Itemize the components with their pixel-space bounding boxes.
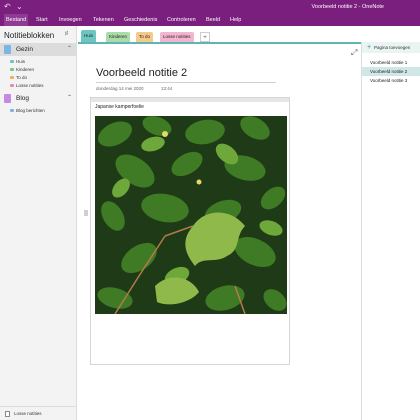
- title-underline: [96, 82, 276, 83]
- page-date: donderdag 14 mei 2020: [96, 86, 144, 91]
- page-item-label: Voorbeeld notitie 2: [370, 69, 408, 74]
- note-drag-handle[interactable]: [91, 98, 289, 102]
- plant-photo[interactable]: [95, 116, 287, 314]
- page-item-1[interactable]: Voorbeeld notitie 1: [362, 58, 420, 67]
- note-icon: [5, 411, 10, 417]
- ribbon-tab-help[interactable]: Help: [230, 14, 241, 26]
- ribbon-tab-controleren[interactable]: Controleren: [167, 14, 196, 26]
- section-color-icon: [10, 60, 14, 63]
- pin-icon[interactable]: ♯: [65, 31, 68, 37]
- section-color-icon: [10, 76, 14, 79]
- chevron-up-icon[interactable]: ⌃: [67, 44, 72, 55]
- section-label: Losse notities: [16, 83, 44, 88]
- ribbon-tab-start[interactable]: Start: [36, 14, 48, 26]
- notebook-blog[interactable]: Blog ⌃: [0, 92, 76, 105]
- notebook-icon: [4, 45, 11, 54]
- page-item-3[interactable]: Voorbeeld notitie 3: [362, 76, 420, 85]
- notebook-label: Gezin: [16, 46, 33, 53]
- ribbon-tabs: Bestand Start Invoegen Tekenen Geschiede…: [0, 14, 420, 26]
- window-title: Voorbeeld notitie 2 - OneNote: [311, 4, 384, 10]
- ribbon-tab-bestand[interactable]: Bestand: [4, 14, 29, 26]
- page-item-label: Voorbeeld notitie 3: [370, 78, 408, 83]
- section-color-icon: [10, 109, 14, 112]
- section-label: Kinderen: [16, 67, 35, 72]
- chevron-up-icon[interactable]: ⌃: [67, 93, 72, 104]
- section-tab-kinderen[interactable]: Kinderen: [106, 32, 131, 42]
- section-label: To do: [16, 75, 28, 80]
- ribbon-tab-tekenen[interactable]: Tekenen: [93, 14, 114, 26]
- notebook-sidebar: Notitieblokken ♯ Gezin ⌃ Huis Kinderen T…: [0, 26, 77, 420]
- notebook-label: Blog: [16, 95, 30, 102]
- add-page-label: Pagina toevoegen: [374, 45, 411, 50]
- quick-notes-label: Losse notities: [14, 411, 42, 416]
- notebook-icon: [4, 94, 11, 103]
- section-label: Blog berichten: [16, 108, 45, 113]
- page-title[interactable]: Voorbeeld notitie 2: [96, 66, 187, 80]
- note-container[interactable]: Japanse kamperfoelie: [90, 97, 290, 365]
- section-tab-losse-notities[interactable]: Losse notities: [160, 32, 194, 42]
- section-color-icon: [10, 84, 14, 87]
- collapse-handle[interactable]: [84, 210, 88, 216]
- note-caption[interactable]: Japanse kamperfoelie: [95, 103, 144, 111]
- page-list: + Pagina toevoegen Voorbeeld notitie 1 V…: [361, 42, 420, 420]
- undo-icon[interactable]: ↶: [4, 2, 11, 12]
- sidebar-title: Notitieblokken: [4, 31, 55, 40]
- notebook-gezin[interactable]: Gezin ⌃: [0, 43, 76, 56]
- chevron-down-icon[interactable]: ⌄: [16, 2, 23, 12]
- quick-notes-link[interactable]: Losse notities: [0, 406, 76, 420]
- leaf-image: [95, 116, 287, 314]
- ribbon-tab-invoegen[interactable]: Invoegen: [59, 14, 82, 26]
- onenote-window: ↶ ⌄ Voorbeeld notitie 2 - OneNote Bestan…: [0, 0, 420, 420]
- add-section-button[interactable]: +: [200, 32, 210, 42]
- note-page: ⤢ Voorbeeld notitie 2 donderdag 14 mei 2…: [78, 42, 361, 420]
- add-page-button[interactable]: + Pagina toevoegen: [362, 42, 420, 53]
- section-label: Huis: [16, 59, 26, 64]
- page-item-2[interactable]: Voorbeeld notitie 2: [362, 67, 420, 76]
- section-color-icon: [10, 68, 14, 71]
- page-item-label: Voorbeeld notitie 1: [370, 60, 408, 65]
- plus-icon: +: [367, 44, 372, 51]
- title-bar: ↶ ⌄ Voorbeeld notitie 2 - OneNote: [0, 0, 420, 14]
- section-tab-huis[interactable]: Huis: [81, 30, 97, 42]
- page-time: 13:44: [161, 86, 173, 91]
- ribbon-tab-geschiedenis[interactable]: Geschiedenis: [124, 14, 157, 26]
- section-tab-to-do[interactable]: To do: [136, 32, 154, 42]
- expand-icon[interactable]: ⤢: [351, 48, 357, 58]
- ribbon-tab-beeld[interactable]: Beeld: [206, 14, 220, 26]
